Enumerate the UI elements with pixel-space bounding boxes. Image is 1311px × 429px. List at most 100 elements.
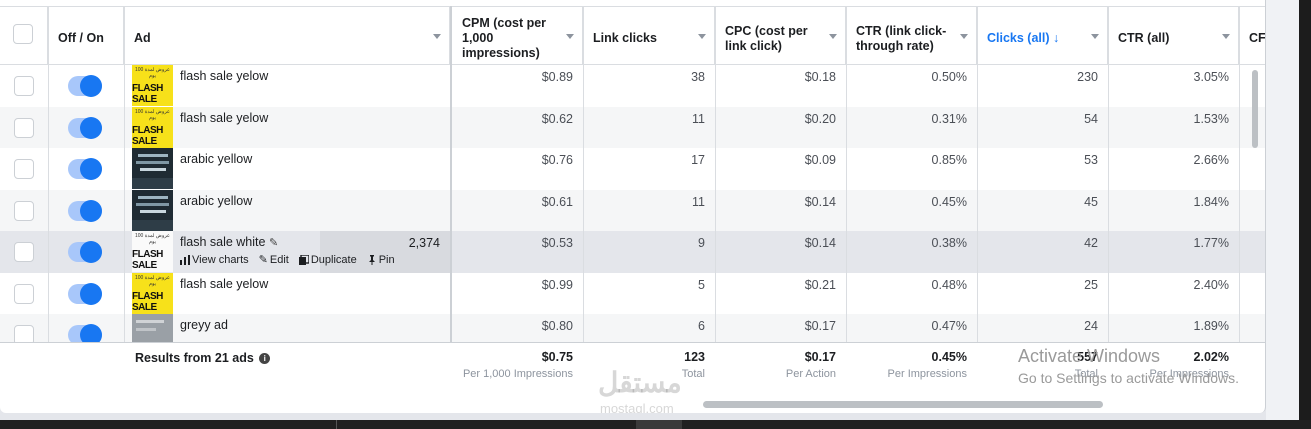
thumb-small-text: عروض لمدة 100 يوم [135, 67, 170, 79]
info-icon[interactable]: i [259, 353, 271, 365]
row-checkbox[interactable] [14, 283, 34, 304]
table-row[interactable]: عروض لمدة 100 يوم FLASH SALE flash sale … [0, 272, 1265, 315]
ad-name[interactable]: arabic yellow [180, 194, 252, 208]
header-link-clicks[interactable]: Link clicks [583, 7, 715, 64]
cell-cpc: $0.09 [804, 153, 836, 167]
footer-cpc: $0.17 Per Action [715, 343, 846, 403]
ad-name[interactable]: flash sale yelow [180, 111, 268, 125]
cell-ctr-link: 0.38% [931, 236, 967, 250]
cell-cpm: $0.80 [541, 319, 573, 333]
thumb-block [132, 219, 173, 231]
thumb-line [136, 320, 164, 323]
cell-cpc: $0.14 [804, 194, 836, 209]
header-ctr-all[interactable]: CTR (all) [1108, 7, 1239, 64]
column-divider [846, 6, 847, 400]
chevron-down-icon[interactable] [698, 34, 706, 39]
footer-ctr-link-value: 0.45% [931, 350, 967, 364]
ad-thumbnail[interactable] [132, 189, 173, 231]
table-row[interactable]: arabic yellow $0.76 17 $0.09 0.85% 53 2.… [0, 148, 1265, 190]
taskbar-active-item[interactable] [636, 420, 682, 429]
ad-thumbnail[interactable] [132, 314, 173, 342]
ad-name[interactable]: flash sale yelow [180, 277, 268, 291]
ad-thumbnail[interactable]: عروض لمدة 100 يوم FLASH SALE [132, 65, 173, 106]
cell-cpm: $0.76 [541, 153, 573, 167]
thumb-line [136, 161, 169, 164]
ad-name[interactable]: flash sale white ✎ [180, 235, 278, 249]
row-checkbox[interactable] [14, 325, 34, 342]
table-row[interactable]: عروض لمدة 100 يوم FLASH SALE flash sale … [0, 106, 1265, 148]
toggle-knob [80, 199, 102, 222]
ad-thumbnail[interactable]: عروض لمدة 100 يوم FLASH SALE [132, 106, 173, 148]
pencil-icon[interactable]: ✎ [269, 237, 278, 249]
chevron-down-icon[interactable] [829, 34, 837, 39]
cell-cpc: $0.14 [804, 236, 836, 250]
chevron-down-icon[interactable] [433, 34, 441, 39]
view-charts-action[interactable]: View charts [180, 253, 249, 266]
row-toggle[interactable] [68, 324, 102, 342]
pin-action[interactable]: Pin [367, 253, 395, 266]
cell-link-clicks: 38 [691, 70, 705, 84]
table-row[interactable]: arabic yellow $0.61 11 $0.14 0.45% 45 1.… [0, 189, 1265, 231]
cell-ctr-link: 0.45% [931, 194, 967, 209]
ad-thumbnail[interactable] [132, 148, 173, 189]
header-ctr-link[interactable]: CTR (link click-through rate) [846, 7, 977, 64]
edit-action[interactable]: ✎ Edit [259, 253, 289, 267]
row-checkbox[interactable] [14, 242, 34, 262]
footer-cpm-sub: Per 1,000 Impressions [462, 368, 573, 380]
ad-thumbnail[interactable]: عروض لمدة 100 يوم FLASH SALE [132, 231, 173, 272]
thumb-flash-text: FLASH SALE [132, 83, 163, 105]
duplicate-label: Duplicate [310, 253, 357, 266]
cell-clicks-all: 42 [1084, 236, 1098, 250]
ad-name[interactable]: greyy ad [180, 318, 228, 332]
thumb-line [138, 195, 168, 199]
ad-name[interactable]: flash sale yelow [180, 69, 268, 83]
footer-ctr-link-sub: Per Impressions [887, 368, 967, 380]
row-toggle[interactable] [68, 282, 102, 305]
chevron-down-icon[interactable] [1222, 34, 1230, 39]
table-row[interactable]: عروض لمدة 100 يوم FLASH SALE flash sale … [0, 65, 1265, 107]
header-off-on[interactable]: Off / On [48, 7, 124, 64]
header-cpc[interactable]: CPC (cost per link click) [715, 7, 846, 64]
cell-cpc: $0.17 [804, 319, 836, 333]
chevron-down-icon[interactable] [1091, 34, 1099, 39]
duplicate-action[interactable]: Duplicate [298, 253, 357, 266]
row-toggle[interactable] [68, 75, 102, 97]
row-hover-actions: View charts ✎ Edit Duplicate Pin [180, 253, 395, 266]
edit-label: Edit [269, 253, 289, 266]
cell-link-clicks: 11 [692, 111, 705, 126]
cell-cpm: $0.89 [541, 70, 573, 84]
vertical-scrollbar[interactable] [1252, 70, 1258, 148]
header-partial[interactable]: CF [1239, 7, 1265, 64]
row-checkbox[interactable] [14, 117, 34, 138]
row-checkbox[interactable] [14, 159, 34, 179]
header-cpm[interactable]: CPM (cost per 1,000 impressions) [452, 7, 583, 64]
row-toggle[interactable] [68, 199, 102, 222]
table-header: Off / On Ad CPM (cost per 1,000 impressi… [0, 6, 1265, 65]
row-checkbox[interactable] [14, 200, 34, 221]
toggle-knob [80, 158, 102, 180]
view-charts-label: View charts [192, 253, 249, 266]
row-toggle[interactable] [68, 158, 102, 180]
ad-name[interactable]: arabic yellow [180, 152, 252, 166]
horizontal-scrollbar[interactable] [703, 401, 1103, 408]
header-clicks-all[interactable]: Clicks (all) ↓ [977, 7, 1108, 64]
pin-icon [368, 254, 375, 265]
column-divider [450, 6, 452, 400]
chevron-down-icon[interactable] [566, 34, 574, 39]
table-row[interactable]: greyy ad $0.80 6 $0.17 0.47% 24 1.89% [0, 314, 1265, 342]
cell-clicks-all: 24 [1084, 319, 1098, 333]
row-checkbox[interactable] [14, 76, 34, 96]
cell-link-clicks: 9 [698, 236, 705, 250]
ad-thumbnail[interactable]: عروض لمدة 100 يوم FLASH SALE [132, 272, 173, 314]
row-toggle[interactable] [68, 241, 102, 263]
select-all-checkbox[interactable] [13, 24, 33, 44]
header-cpm-label: CPM (cost per 1,000 impressions) [462, 16, 547, 60]
column-divider [124, 6, 125, 400]
chevron-down-icon[interactable] [960, 34, 968, 39]
table-row[interactable]: 2,374 عروض لمدة 100 يوم FLASH SALE flash… [0, 231, 1265, 273]
header-ad[interactable]: Ad [124, 7, 450, 64]
cell-link-clicks: 5 [698, 277, 705, 292]
row-toggle[interactable] [68, 116, 102, 139]
table-body: عروض لمدة 100 يوم FLASH SALE flash sale … [0, 65, 1265, 342]
select-all-cell [0, 7, 48, 64]
